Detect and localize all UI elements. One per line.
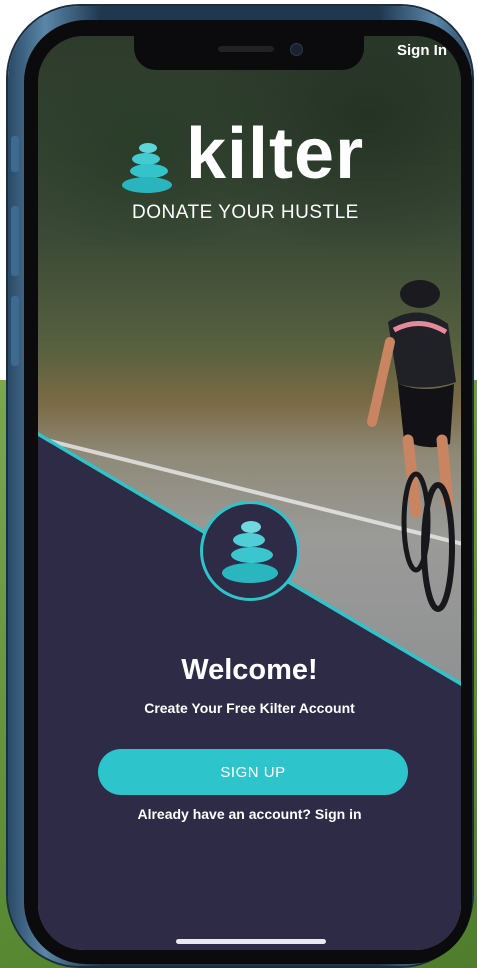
side-button	[11, 206, 19, 276]
stacked-stones-icon	[222, 521, 278, 583]
speaker	[218, 46, 274, 52]
home-indicator	[176, 939, 326, 944]
kilter-logo: kilter DONATE YOUR HUSTLE	[120, 118, 380, 234]
brand-wordmark: kilter	[186, 114, 365, 194]
sign-up-button[interactable]: SIGN UP	[98, 749, 408, 795]
side-button	[11, 136, 19, 172]
stacked-stones-icon	[122, 143, 172, 193]
camera	[290, 43, 303, 56]
sign-in-link-top[interactable]: Sign In	[397, 42, 447, 59]
app-screen: Sign In kilter DONATE YOUR HUSTLE Welcom…	[38, 36, 461, 950]
phone-notch	[134, 36, 364, 70]
welcome-subtitle: Create Your Free Kilter Account	[144, 700, 355, 716]
sign-in-link[interactable]: Already have an account? Sign in	[38, 806, 461, 822]
brand-tagline: DONATE YOUR HUSTLE	[132, 202, 359, 223]
stones-emblem	[200, 501, 300, 601]
welcome-title: Welcome!	[181, 654, 318, 686]
side-button	[11, 296, 19, 366]
cyclist-image	[367, 280, 456, 612]
